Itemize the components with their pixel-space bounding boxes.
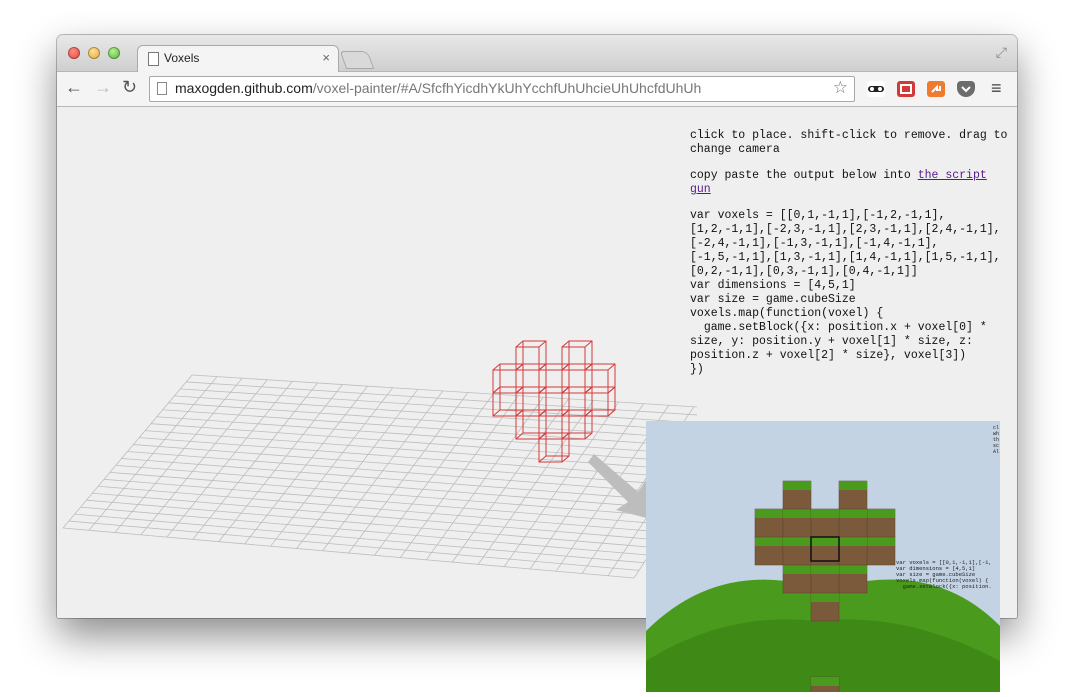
share-icon[interactable]	[927, 81, 945, 97]
inset-code: var voxels = [[0,1,-1,1],[-1, var dimens…	[896, 560, 992, 590]
grass-block	[866, 508, 896, 538]
page-icon	[157, 82, 167, 95]
grass-block	[838, 480, 868, 510]
grid-line	[180, 388, 697, 424]
url-path: /voxel-painter/#A/SfcfhYicdhYkUhYcchfUhU…	[312, 80, 702, 96]
voxel-group	[492, 340, 616, 463]
grass-block	[838, 536, 868, 566]
grass-block	[782, 480, 812, 510]
inset-scene	[646, 480, 1000, 692]
url-text: maxogden.github.com/voxel-painter/#A/Sfc…	[175, 80, 701, 96]
pocket-icon[interactable]	[957, 81, 975, 97]
tab-close-button[interactable]: ×	[322, 50, 330, 65]
grid-line	[168, 402, 697, 440]
code-output: var voxels = [[0,1,-1,1],[-1,2,-1,1], [1…	[690, 209, 1001, 376]
grid-line	[74, 513, 645, 564]
page-icon	[148, 52, 159, 66]
grass-block	[782, 536, 812, 566]
grass-block	[782, 564, 812, 594]
star-icon[interactable]: ☆	[833, 78, 848, 98]
grass-block	[754, 508, 784, 538]
grid-line	[92, 492, 660, 541]
inset-screenshot: cl wh th sc Al var voxels = [[0,1,-1,1],…	[646, 421, 1000, 692]
voxel-cube[interactable]	[538, 363, 570, 394]
new-tab-button[interactable]	[339, 51, 375, 69]
forward-icon[interactable]: →	[94, 77, 112, 98]
grid-line	[174, 395, 697, 432]
close-window-button[interactable]	[68, 47, 80, 59]
grass-block	[782, 508, 812, 538]
instructions-panel: click to place. shift-click to remove. d…	[690, 129, 1010, 377]
grass-block	[810, 564, 840, 594]
grid-line	[191, 374, 697, 408]
grass-block	[810, 592, 840, 622]
grid-line	[62, 527, 635, 579]
browser-toolbar: ← → ↻ maxogden.github.com/voxel-painter/…	[57, 72, 1017, 107]
grass-block	[838, 508, 868, 538]
minimize-window-button[interactable]	[88, 47, 100, 59]
incognito-icon[interactable]	[867, 81, 885, 97]
tab-title: Voxels	[164, 51, 200, 65]
tab-voxels[interactable]: Voxels ×	[137, 45, 339, 72]
menu-icon[interactable]: ≡	[991, 78, 1002, 99]
grid-line	[80, 506, 650, 556]
script-gun-line: copy paste the output below into the scr…	[690, 169, 1010, 197]
fullscreen-icon[interactable]: ⤢	[996, 44, 1007, 61]
grass-block	[810, 676, 840, 692]
voxel-canvas[interactable]	[57, 107, 697, 618]
grass-block	[810, 508, 840, 538]
instructions-prefix: copy paste the output below into	[690, 169, 918, 182]
instructions-text: click to place. shift-click to remove. d…	[690, 129, 1008, 156]
zoom-window-button[interactable]	[108, 47, 120, 59]
inset-top-text: cl wh th sc Al	[993, 425, 1000, 455]
back-icon[interactable]: ←	[65, 77, 83, 98]
address-bar[interactable]: maxogden.github.com/voxel-painter/#A/Sfc…	[149, 76, 855, 102]
reload-icon[interactable]: ↻	[122, 77, 137, 98]
url-host: maxogden.github.com	[175, 80, 313, 96]
extension-icon[interactable]	[897, 81, 915, 97]
grass-block	[754, 536, 784, 566]
grass-block	[866, 536, 896, 566]
voxel-cube[interactable]	[515, 340, 547, 371]
grid-line	[68, 520, 640, 571]
grid-line	[186, 381, 697, 416]
grid-line	[86, 499, 655, 548]
tab-strip: Voxels × ⤢	[57, 35, 1017, 72]
grass-block	[838, 564, 868, 594]
